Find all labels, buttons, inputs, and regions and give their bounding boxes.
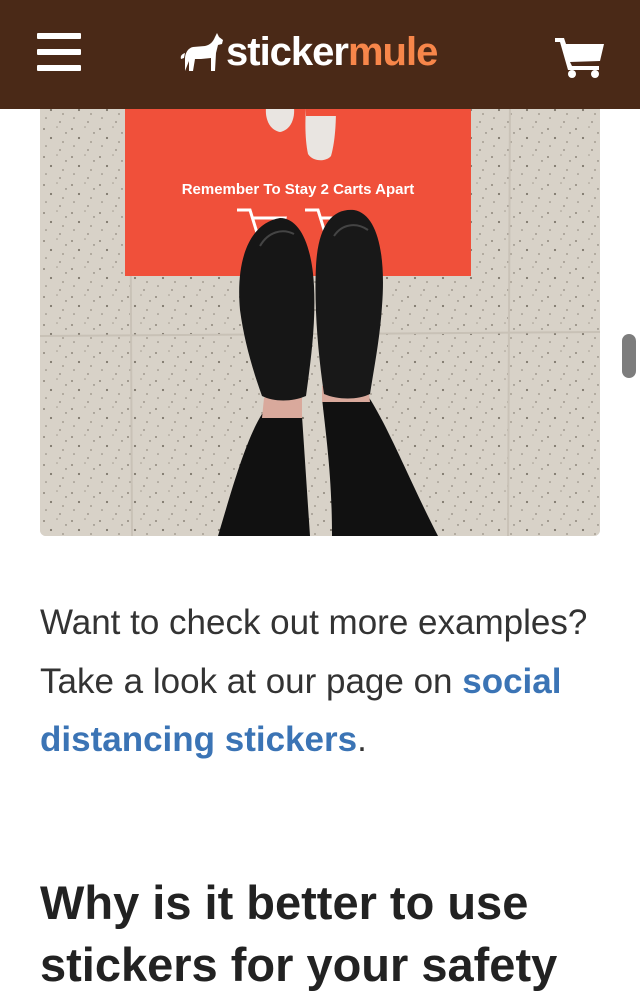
mule-logo-icon — [180, 33, 223, 71]
article-photo: Remember To Stay 2 Carts Apart — [40, 96, 600, 536]
floor-sticker-photo: Remember To Stay 2 Carts Apart — [40, 96, 600, 536]
logo-word-mule: mule — [347, 30, 438, 74]
paragraph-end: . — [357, 720, 367, 759]
scrollbar-thumb[interactable] — [622, 334, 636, 378]
section-heading: Why is it better to use stickers for you… — [40, 876, 558, 991]
site-header: stickermule — [0, 0, 640, 109]
sticker-text: Remember To Stay 2 Carts Apart — [182, 181, 415, 198]
sticker-mule-logo[interactable]: stickermule — [179, 27, 438, 77]
hamburger-menu-icon[interactable] — [37, 33, 81, 73]
shopping-cart-icon[interactable] — [555, 36, 605, 78]
logo-word-sticker: sticker — [226, 30, 349, 74]
article-paragraph: Want to check out more examples? Take a … — [40, 594, 600, 770]
